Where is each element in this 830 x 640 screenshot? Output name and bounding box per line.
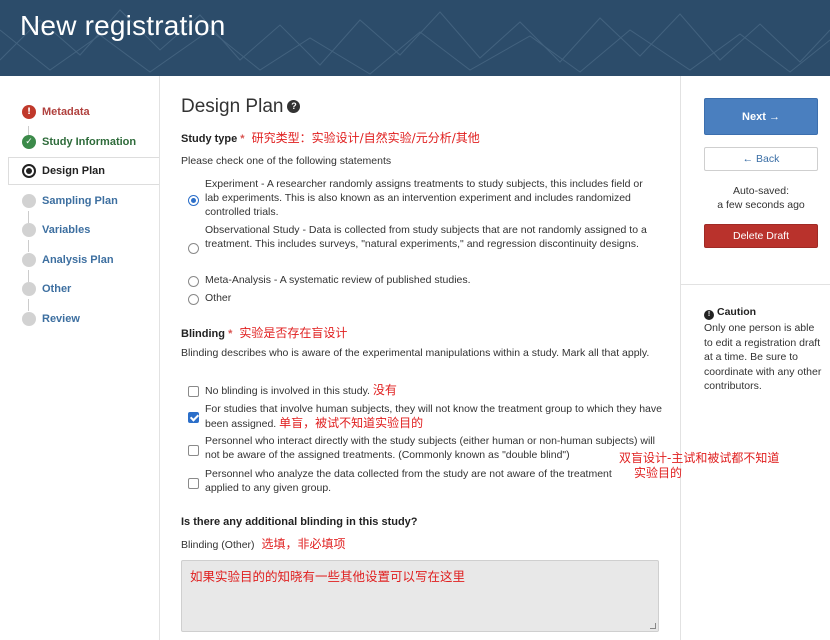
study-type-option-observational[interactable]: Observational Study - Data is collected …	[181, 223, 661, 267]
pending-step-icon	[22, 194, 36, 208]
autosave-status: Auto-saved: a few seconds ago	[704, 184, 818, 212]
blinding-label-text: Blinding	[181, 328, 225, 340]
nav-label: Study Information	[42, 136, 137, 148]
option-annotation: 单盲，被试不知道实验目的	[279, 416, 424, 430]
next-button[interactable]: Next →	[704, 98, 818, 135]
error-icon: !	[22, 105, 36, 119]
pending-step-icon	[22, 253, 36, 267]
blinding-option-subjects[interactable]: For studies that involve human subjects,…	[181, 402, 662, 432]
study-type-label: Study type * 研究类型：实验设计/自然实验/元分析/其他	[181, 129, 480, 146]
study-type-option-other[interactable]: Other	[181, 291, 661, 307]
blinding-other-textarea[interactable]: 如果实验目的的知晓有一些其他设置可以写在这里	[181, 560, 659, 632]
back-button[interactable]: ← Back	[704, 147, 818, 171]
autosave-line1: Auto-saved:	[732, 185, 790, 197]
nav-item-review[interactable]: Review	[8, 305, 159, 333]
study-type-annotation: 研究类型：实验设计/自然实验/元分析/其他	[251, 131, 480, 145]
nav-label: Other	[42, 283, 72, 295]
blinding-other-value: 如果实验目的的知晓有一些其他设置可以写在这里	[190, 569, 466, 584]
pending-step-icon	[22, 223, 36, 237]
nav-item-analysis-plan[interactable]: Analysis Plan	[8, 246, 159, 274]
blinding-other-label-text: Blinding (Other)	[181, 539, 255, 551]
autosave-line2: a few seconds ago	[717, 199, 805, 211]
radio-button[interactable]	[188, 294, 199, 305]
checkbox[interactable]	[188, 478, 199, 489]
nav-item-sampling-plan[interactable]: Sampling Plan	[8, 187, 159, 215]
check-icon: ✓	[22, 135, 36, 149]
radio-button[interactable]	[188, 195, 199, 206]
option-annotation: 没有	[372, 383, 397, 397]
blinding-label: Blinding * 实验是否存在盲设计	[181, 324, 347, 341]
study-type-option-experiment[interactable]: Experiment - A researcher randomly assig…	[181, 177, 661, 221]
nav-label: Metadata	[42, 106, 90, 118]
caution-title: ! Caution	[704, 306, 756, 320]
option-text: No blinding is involved in this study. 没…	[205, 383, 397, 397]
blinding-annotation: 实验是否存在盲设计	[239, 326, 348, 340]
nav-label: Analysis Plan	[42, 254, 114, 266]
blinding-option-analysts-annotation: 实验目的	[634, 466, 683, 480]
required-mark: *	[228, 328, 233, 340]
option-text: Personnel who analyze the data collected…	[205, 468, 612, 494]
sidebar-divider-line	[681, 284, 830, 285]
page-title: New registration	[20, 10, 226, 41]
nav-label: Review	[42, 313, 80, 325]
blinding-other-annotation: 选填，非必填项	[261, 537, 346, 551]
question-icon[interactable]: ?	[287, 100, 301, 114]
caution-title-text: Caution	[717, 306, 757, 318]
caution-body: Only one person is able to edit a regist…	[704, 322, 822, 392]
nav-label: Variables	[42, 224, 91, 236]
delete-draft-button[interactable]: Delete Draft	[704, 224, 818, 248]
nav-divider	[159, 76, 160, 640]
option-text: Meta-Analysis - A systematic review of p…	[205, 274, 471, 286]
pending-step-icon	[22, 312, 36, 326]
blinding-option-analysts[interactable]: Personnel who analyze the data collected…	[181, 467, 661, 497]
checkbox[interactable]	[188, 445, 199, 456]
nav-item-study-information[interactable]: ✓ Study Information	[8, 128, 159, 156]
blinding-option-personnel[interactable]: Personnel who interact directly with the…	[181, 434, 661, 464]
option-text: Observational Study - Data is collected …	[205, 224, 647, 250]
option-text: Personnel who interact directly with the…	[205, 435, 655, 461]
study-type-option-meta-analysis[interactable]: Meta-Analysis - A systematic review of p…	[181, 273, 661, 289]
current-step-icon	[22, 164, 36, 178]
section-title: Design Plan?	[181, 96, 301, 118]
nav-item-variables[interactable]: Variables	[8, 216, 159, 244]
nav-label: Design Plan	[42, 165, 105, 177]
additional-blinding-question: Is there any additional blinding in this…	[181, 516, 418, 528]
resize-handle-icon[interactable]	[650, 623, 656, 629]
required-mark: *	[240, 133, 245, 145]
page-header: New registration	[0, 0, 830, 76]
section-title-text: Design Plan	[181, 96, 284, 117]
checkbox[interactable]	[188, 386, 199, 397]
radio-button[interactable]	[188, 243, 199, 254]
checkbox[interactable]	[188, 412, 199, 423]
blinding-other-label: Blinding (Other) 选填，非必填项	[181, 537, 345, 552]
radio-button[interactable]	[188, 276, 199, 287]
option-text: Experiment - A researcher randomly assig…	[205, 178, 643, 218]
action-sidebar: Next → ← Back Auto-saved: a few seconds …	[681, 76, 830, 640]
blinding-instruction: Blinding describes who is aware of the e…	[181, 347, 650, 359]
nav-item-design-plan[interactable]: Design Plan	[8, 157, 159, 185]
option-text: For studies that involve human subjects,…	[205, 403, 662, 430]
nav-label: Sampling Plan	[42, 195, 118, 207]
study-type-instruction: Please check one of the following statem…	[181, 155, 392, 167]
nav-item-metadata[interactable]: ! Metadata	[8, 98, 159, 126]
step-nav: ! Metadata ✓ Study Information Design Pl…	[0, 76, 159, 640]
study-type-label-text: Study type	[181, 133, 238, 145]
caution-icon: !	[704, 310, 714, 320]
option-text: Other	[205, 292, 232, 304]
blinding-option-none[interactable]: No blinding is involved in this study. 没…	[181, 383, 661, 399]
nav-item-other[interactable]: Other	[8, 275, 159, 303]
pending-step-icon	[22, 282, 36, 296]
